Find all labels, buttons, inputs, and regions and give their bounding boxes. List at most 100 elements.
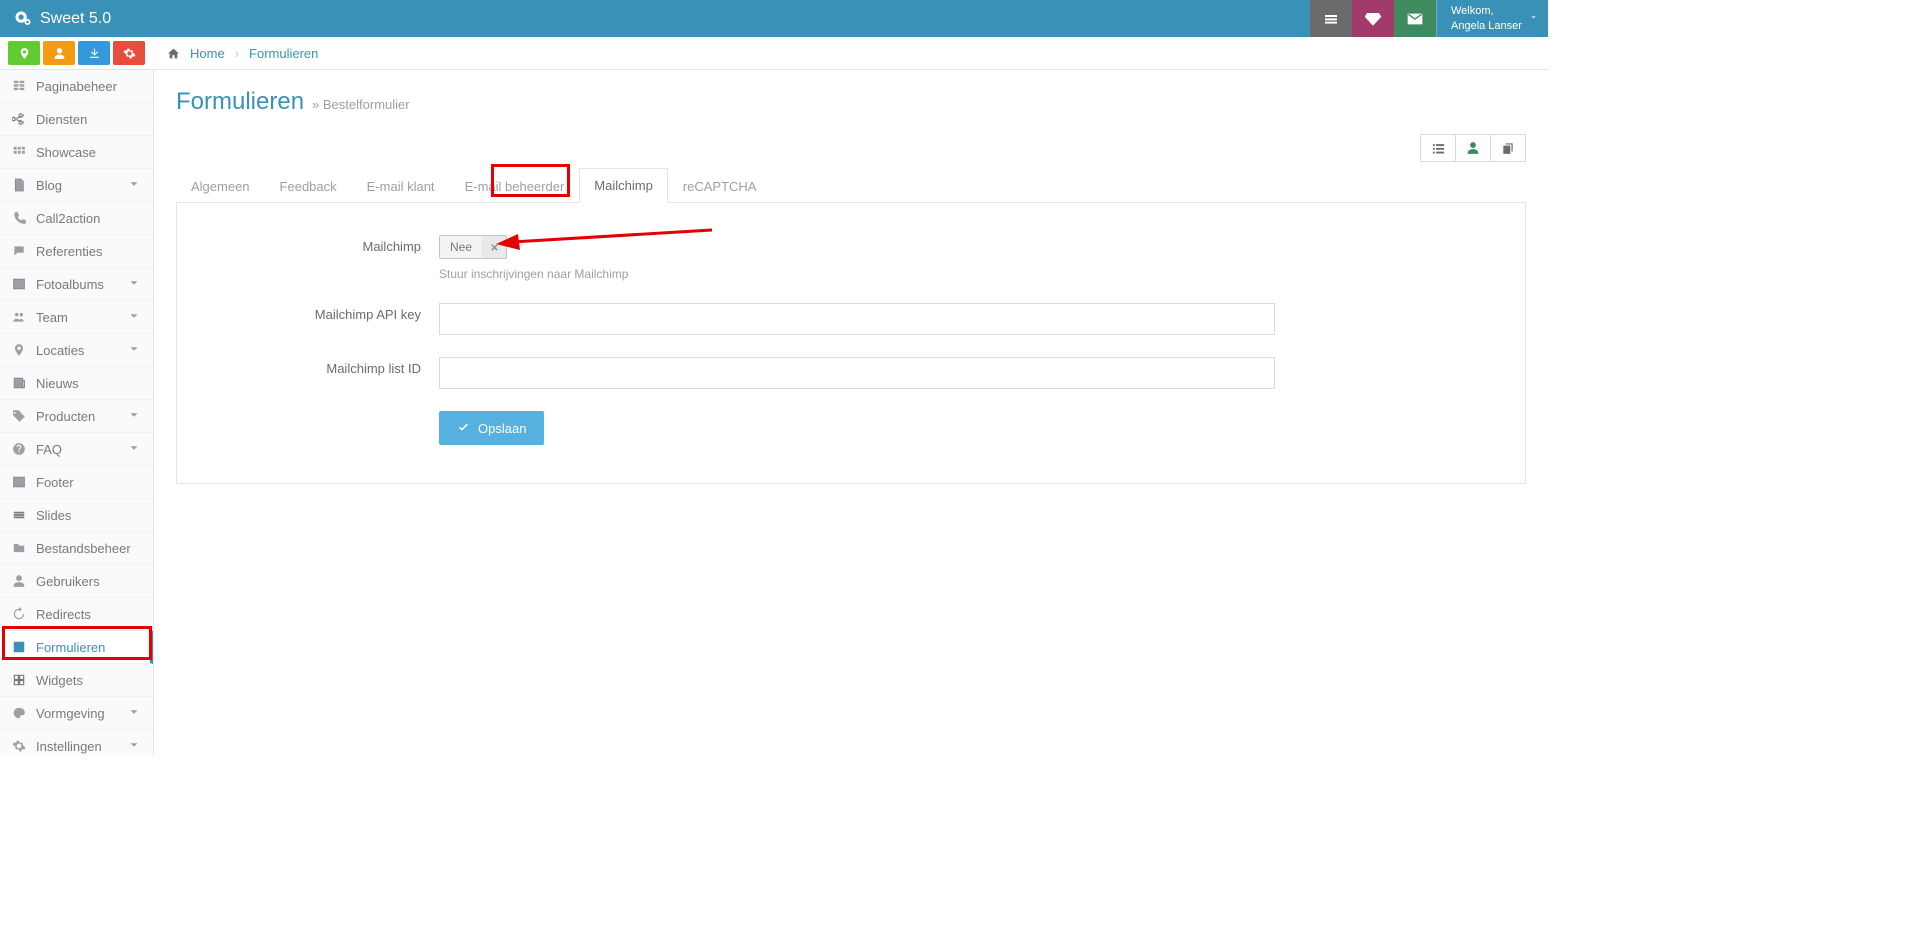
map-marker-icon — [18, 47, 31, 60]
breadcrumb-current[interactable]: Formulieren — [249, 46, 318, 61]
sidebar-item-label: Redirects — [36, 607, 91, 622]
sidebar-item-label: Team — [36, 310, 68, 325]
tab-e-mail-beheerder[interactable]: E-mail beheerder — [450, 169, 580, 203]
quick-pill-download[interactable] — [78, 41, 110, 65]
widget-icon — [12, 673, 26, 687]
sidebar-item-paginabeheer[interactable]: Paginabeheer — [0, 70, 153, 103]
page-title-main: Formulieren — [176, 88, 304, 116]
subbar: Home › Formulieren — [0, 37, 1548, 70]
sidebar-item-fotoalbums[interactable]: Fotoalbums — [0, 268, 153, 301]
apikey-input[interactable] — [439, 303, 1275, 335]
sidebar-item-call2action[interactable]: Call2action — [0, 202, 153, 235]
news-icon — [12, 376, 26, 390]
caret-down-icon — [1529, 11, 1538, 25]
sidebar-item-slides[interactable]: Slides — [0, 499, 153, 532]
file-icon — [12, 178, 26, 192]
tabs: AlgemeenFeedbackE-mail klantE-mail behee… — [176, 168, 1526, 203]
user-icon — [1466, 141, 1480, 155]
sidebar-item-showcase[interactable]: Showcase — [0, 136, 153, 169]
chevron-down-icon — [127, 276, 141, 293]
sidebar-item-vormgeving[interactable]: Vormgeving — [0, 697, 153, 730]
apikey-label: Mailchimp API key — [209, 303, 439, 322]
listid-input[interactable] — [439, 357, 1275, 389]
quick-pill-settings[interactable] — [113, 41, 145, 65]
sidebar-item-label: Nieuws — [36, 376, 79, 391]
top-button-2[interactable] — [1352, 0, 1394, 37]
sidebar-item-bestandsbeheer[interactable]: Bestandsbeheer — [0, 532, 153, 565]
quick-pill-location[interactable] — [8, 41, 40, 65]
sidebar-item-redirects[interactable]: Redirects — [0, 598, 153, 631]
apps-icon — [12, 145, 26, 159]
user-menu[interactable]: Welkom, Angela Lanser — [1436, 0, 1548, 37]
sidebar-item-instellingen[interactable]: Instellingen — [0, 730, 153, 755]
tab-recaptcha[interactable]: reCAPTCHA — [668, 169, 772, 203]
breadcrumb: Home › Formulieren — [153, 37, 318, 69]
sidebar-item-gebruikers[interactable]: Gebruikers — [0, 565, 153, 598]
sidebar-item-label: Vormgeving — [36, 706, 105, 721]
sidebar-item-label: Call2action — [36, 211, 100, 226]
quick-pill-user[interactable] — [43, 41, 75, 65]
chevron-down-icon — [127, 177, 141, 194]
sidebar-item-producten[interactable]: Producten — [0, 400, 153, 433]
sidebar-item-referenties[interactable]: Referenties — [0, 235, 153, 268]
user-icon — [53, 47, 66, 60]
folder-icon — [12, 541, 26, 555]
sidebar: Paginabeheer Diensten ShowcaseBlog Call2act… — [0, 70, 154, 755]
sidebar-item-faq[interactable]: FAQ — [0, 433, 153, 466]
check-icon — [457, 422, 470, 435]
page-title-sub: » Bestelformulier — [312, 97, 410, 112]
sidebar-item-label: Slides — [36, 508, 71, 523]
sidebar-item-label: Instellingen — [36, 739, 102, 754]
toggle-help: Stuur inschrijvingen naar Mailchimp — [439, 267, 1275, 281]
chevron-down-icon — [127, 738, 141, 755]
sidebar-item-nieuws[interactable]: Nieuws — [0, 367, 153, 400]
tab-e-mail-klant[interactable]: E-mail klant — [352, 169, 450, 203]
field-listid: Mailchimp list ID — [209, 357, 1493, 389]
sidebar-item-label: Producten — [36, 409, 95, 424]
chevron-down-icon — [127, 408, 141, 425]
footer-icon — [12, 475, 26, 489]
sidebar-item-label: Diensten — [36, 112, 87, 127]
tab-mailchimp[interactable]: Mailchimp — [579, 168, 668, 203]
sidebar-item-label: Widgets — [36, 673, 83, 688]
sidebar-item-team[interactable]: Team — [0, 301, 153, 334]
palette-icon — [12, 706, 26, 720]
field-apikey: Mailchimp API key — [209, 303, 1493, 335]
tab-feedback[interactable]: Feedback — [265, 169, 352, 203]
cog-icon — [12, 739, 26, 753]
list-icon — [1431, 141, 1446, 156]
sidebar-item-locaties[interactable]: Locaties — [0, 334, 153, 367]
brand: Sweet 5.0 — [0, 0, 125, 37]
sidebar-item-blog[interactable]: Blog — [0, 169, 153, 202]
page-title: Formulieren » Bestelformulier — [176, 88, 1526, 116]
share-icon — [12, 112, 26, 126]
sidebar-item-formulieren[interactable]: Formulieren — [0, 631, 153, 664]
sidebar-item-footer[interactable]: Footer — [0, 466, 153, 499]
sidebar-item-widgets[interactable]: Widgets — [0, 664, 153, 697]
tab-algemeen[interactable]: Algemeen — [176, 169, 265, 203]
brand-label: Sweet 5.0 — [40, 10, 111, 28]
main: Formulieren » Bestelformulier AlgemeenFe… — [154, 70, 1548, 755]
top-button-1[interactable] — [1310, 0, 1352, 37]
cogs-icon — [14, 10, 32, 28]
sidebar-item-label: Formulieren — [36, 640, 105, 655]
copy-icon — [1501, 141, 1515, 155]
toggle-off-icon — [482, 236, 506, 258]
mailchimp-toggle[interactable]: Nee — [439, 235, 507, 259]
top-button-3[interactable] — [1394, 0, 1436, 37]
form-icon — [12, 640, 26, 654]
view-list-button[interactable] — [1420, 134, 1456, 162]
list-icon — [1323, 11, 1339, 27]
phone-icon — [12, 211, 26, 225]
chevron-down-icon — [127, 705, 141, 722]
quick-pills — [0, 37, 153, 69]
sidebar-item-label: Bestandsbeheer — [36, 541, 131, 556]
slides-icon — [12, 508, 26, 522]
save-button[interactable]: Opslaan — [439, 411, 544, 445]
grid-icon — [12, 79, 26, 93]
view-user-button[interactable] — [1455, 134, 1491, 162]
sidebar-item-diensten[interactable]: Diensten — [0, 103, 153, 136]
view-copy-button[interactable] — [1490, 134, 1526, 162]
breadcrumb-home[interactable]: Home — [190, 46, 225, 61]
welcome-label: Welkom, — [1451, 4, 1522, 18]
